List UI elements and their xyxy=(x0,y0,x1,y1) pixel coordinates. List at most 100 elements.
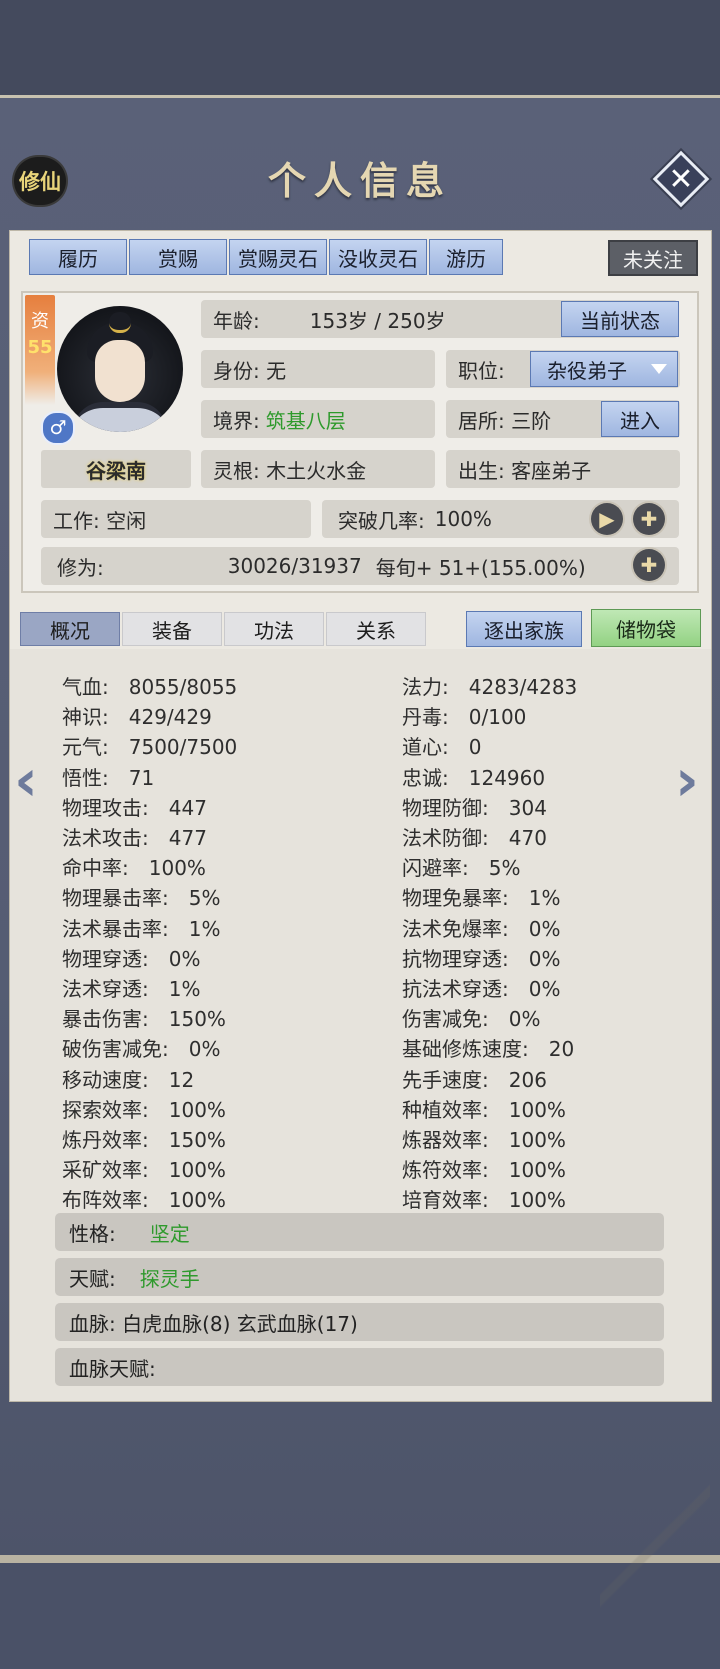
stat-row: 悟性: 71 xyxy=(62,762,154,791)
cultivation-field: 修为: 30026/31937 每旬+ 51+(155.00%) xyxy=(41,547,679,585)
stat-label: 暴击伤害: xyxy=(62,1007,149,1032)
stat-row: 采矿效率: 100% xyxy=(62,1154,226,1183)
plus-icon[interactable]: ✚ xyxy=(633,503,665,535)
stat-value: 477 xyxy=(168,826,207,850)
tab-reward[interactable]: 赏赐 xyxy=(129,239,227,275)
stat-label: 物理穿透: xyxy=(62,946,149,971)
next-arrow-icon[interactable]: › xyxy=(675,751,699,809)
stat-row: 破伤害减免: 0% xyxy=(62,1033,220,1062)
stat-row: 布阵效率: 100% xyxy=(62,1184,226,1213)
personality-label: 性格: xyxy=(69,1221,116,1246)
stat-label: 先手速度: xyxy=(402,1067,489,1092)
stat-row: 物理暴击率: 5% xyxy=(62,882,220,911)
stat-value: 71 xyxy=(128,765,155,790)
page-title: 个人信息 xyxy=(267,158,452,203)
tab-confiscate-stones[interactable]: 没收灵石 xyxy=(329,239,427,275)
stat-value: 0% xyxy=(528,977,561,1001)
stat-label: 命中率: xyxy=(62,856,129,881)
tab-travel[interactable]: 游历 xyxy=(429,239,503,275)
stat-value: 304 xyxy=(508,795,547,820)
stat-row: 炼器效率: 100% xyxy=(402,1124,566,1153)
stat-value: 8055/8055 xyxy=(128,675,238,699)
stat-row: 法力: 4283/4283 xyxy=(402,671,577,700)
breakthrough-field: 突破几率: 100% xyxy=(322,500,679,538)
stat-label: 法力: xyxy=(402,675,449,699)
stat-value: 0 xyxy=(468,735,482,760)
tab-relations[interactable]: 关系 xyxy=(326,612,426,646)
stat-value: 0/100 xyxy=(468,705,527,730)
close-icon: ✕ xyxy=(668,161,694,197)
stat-row: 气血: 8055/8055 xyxy=(62,671,237,700)
follow-button[interactable]: 未关注 xyxy=(608,240,698,276)
tab-overview[interactable]: 概况 xyxy=(20,612,120,646)
talent-bar: 天赋: 探灵手 xyxy=(55,1258,664,1296)
detail-tab-bar: 概况 装备 功法 关系 xyxy=(20,612,426,646)
tab-techniques[interactable]: 功法 xyxy=(224,612,324,646)
stat-row: 神识: 429/429 xyxy=(62,701,212,730)
stat-value: 7500/7500 xyxy=(128,735,238,760)
info-panel: 履历 赏赐 赏赐灵石 没收灵石 游历 未关注 资 55 ♂ 谷梁南 年龄: 15… xyxy=(9,230,712,1669)
play-icon[interactable]: ▶ xyxy=(591,503,623,535)
stat-row: 炼丹效率: 150% xyxy=(62,1124,226,1153)
prev-arrow-icon[interactable]: ‹ xyxy=(14,751,38,809)
stat-value: 100% xyxy=(508,1188,566,1213)
stat-row: 法术攻击: 477 xyxy=(62,822,207,851)
stat-row: 忠诚: 124960 xyxy=(402,762,545,791)
stat-value: 100% xyxy=(508,1128,566,1152)
stat-row: 法术防御: 470 xyxy=(402,822,547,851)
plus-icon[interactable]: ✚ xyxy=(633,549,665,581)
current-status-button[interactable]: 当前状态 xyxy=(561,301,679,337)
stat-label: 法术暴击率: xyxy=(62,916,169,941)
stat-value: 124960 xyxy=(468,765,546,790)
stat-row: 丹毒: 0/100 xyxy=(402,701,526,730)
position-select[interactable]: 杂役弟子 xyxy=(530,351,678,387)
stat-row: 命中率: 100% xyxy=(62,852,206,881)
stat-label: 伤害减免: xyxy=(402,1007,489,1032)
stat-row: 抗法术穿透: 0% xyxy=(402,973,560,1002)
stat-row: 法术暴击率: 1% xyxy=(62,913,220,942)
stat-label: 气血: xyxy=(62,675,109,699)
stat-value: 470 xyxy=(508,826,547,850)
stat-row: 伤害减免: 0% xyxy=(402,1003,540,1032)
close-button[interactable]: ✕ xyxy=(652,150,710,208)
stat-value: 100% xyxy=(168,1097,226,1122)
stat-label: 物理攻击: xyxy=(62,795,149,820)
stat-label: 抗物理穿透: xyxy=(402,946,509,971)
stat-label: 元气: xyxy=(62,735,109,760)
stat-label: 培育效率: xyxy=(402,1188,489,1213)
male-gender-icon: ♂ xyxy=(41,411,75,445)
age-label: 年龄: xyxy=(213,308,260,333)
tab-reward-stones[interactable]: 赏赐灵石 xyxy=(229,239,327,275)
breakthrough-label: 突破几率: xyxy=(338,508,425,533)
stat-row: 基础修炼速度: 20 xyxy=(402,1033,574,1062)
character-name[interactable]: 谷梁南 xyxy=(41,450,191,488)
storage-bag-button[interactable]: 储物袋 xyxy=(591,609,701,647)
avatar-bun xyxy=(109,312,131,333)
stat-row: 种植效率: 100% xyxy=(402,1094,566,1123)
expel-from-clan-button[interactable]: 逐出家族 xyxy=(466,611,582,647)
stat-row: 暴击伤害: 150% xyxy=(62,1003,226,1032)
stat-label: 物理暴击率: xyxy=(62,886,169,911)
tab-history[interactable]: 履历 xyxy=(29,239,127,275)
stat-row: 抗物理穿透: 0% xyxy=(402,943,560,972)
stat-label: 基础修炼速度: xyxy=(402,1037,529,1062)
tab-equipment[interactable]: 装备 xyxy=(122,612,222,646)
stat-value: 100% xyxy=(168,1188,226,1213)
stat-value: 100% xyxy=(508,1097,566,1122)
stat-label: 炼符效率: xyxy=(402,1158,489,1183)
avatar[interactable] xyxy=(57,306,183,432)
stat-label: 种植效率: xyxy=(402,1097,489,1122)
stat-label: 抗法术穿透: xyxy=(402,977,509,1001)
cultivation-label: 修为: xyxy=(57,555,104,580)
stat-label: 物理防御: xyxy=(402,795,489,820)
enter-residence-button[interactable]: 进入 xyxy=(601,401,679,437)
stat-row: 先手速度: 206 xyxy=(402,1064,547,1093)
position-label: 职位: xyxy=(458,358,505,383)
stat-row: 物理穿透: 0% xyxy=(62,943,200,972)
top-tab-bar: 履历 赏赐 赏赐灵石 没收灵石 游历 xyxy=(29,239,503,275)
position-value: 杂役弟子 xyxy=(547,358,627,383)
stat-label: 布阵效率: xyxy=(62,1188,149,1213)
personality-bar: 性格: 坚定 xyxy=(55,1213,664,1251)
cultivation-value: 30026/31937 xyxy=(227,554,362,578)
stat-label: 采矿效率: xyxy=(62,1158,149,1183)
